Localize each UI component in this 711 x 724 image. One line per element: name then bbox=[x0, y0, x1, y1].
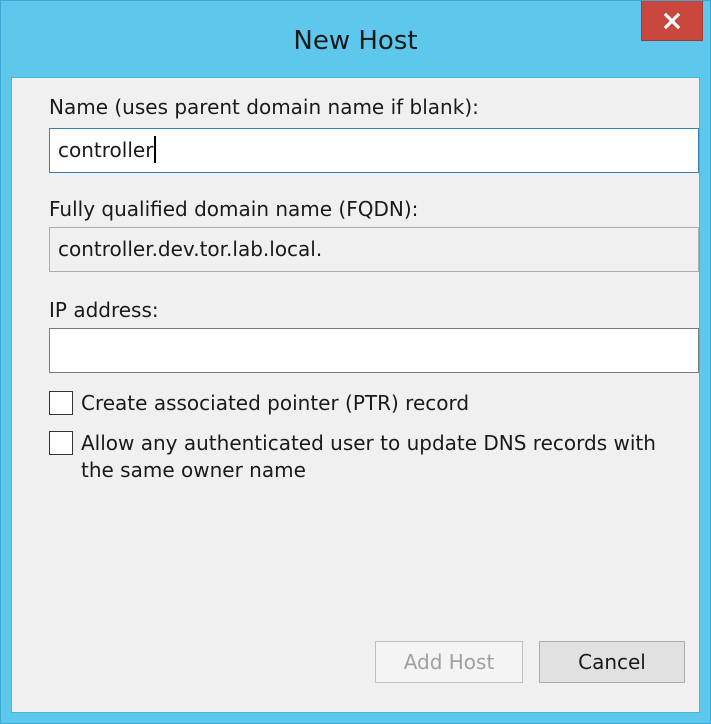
add-host-button[interactable]: Add Host bbox=[375, 641, 523, 683]
fqdn-label: Fully qualified domain name (FQDN): bbox=[49, 197, 419, 221]
allow-update-option[interactable]: Allow any authenticated user to update D… bbox=[49, 430, 691, 484]
fqdn-field: controller.dev.tor.lab.local. bbox=[49, 227, 699, 272]
ptr-record-option[interactable]: Create associated pointer (PTR) record bbox=[49, 390, 681, 417]
name-input-value: controller bbox=[58, 138, 154, 162]
name-input[interactable]: controller bbox=[49, 128, 699, 173]
cancel-button[interactable]: Cancel bbox=[539, 641, 685, 683]
new-host-dialog: New Host Name (uses parent domain name i… bbox=[0, 0, 711, 724]
window-title: New Host bbox=[293, 26, 418, 56]
dialog-body: Name (uses parent domain name if blank):… bbox=[11, 77, 700, 713]
title-bar[interactable]: New Host bbox=[1, 1, 710, 77]
ptr-record-label: Create associated pointer (PTR) record bbox=[81, 391, 470, 415]
name-label: Name (uses parent domain name if blank): bbox=[49, 95, 479, 119]
close-icon bbox=[663, 12, 681, 29]
text-caret bbox=[154, 136, 157, 163]
fqdn-value: controller.dev.tor.lab.local. bbox=[58, 237, 323, 261]
allow-update-checkbox[interactable] bbox=[49, 431, 73, 455]
ip-address-label: IP address: bbox=[49, 298, 159, 322]
ip-address-input[interactable] bbox=[49, 328, 699, 373]
close-button[interactable] bbox=[641, 1, 703, 41]
allow-update-label: Allow any authenticated user to update D… bbox=[81, 431, 656, 482]
ptr-record-checkbox[interactable] bbox=[49, 391, 73, 415]
